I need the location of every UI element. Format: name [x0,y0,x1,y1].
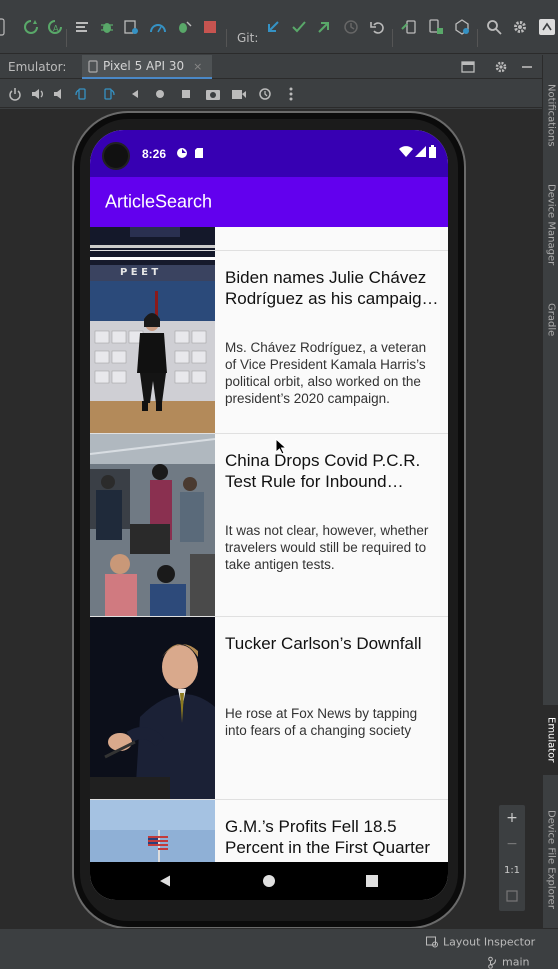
more-icon[interactable] [282,85,300,103]
zoom-fit-icon[interactable] [499,883,525,909]
list-item[interactable] [90,227,448,251]
git-update-icon[interactable] [262,16,284,38]
history-icon[interactable] [340,16,362,38]
sync-icon[interactable] [20,16,42,38]
apply-changes-icon[interactable]: A [44,16,66,38]
volume-down-icon[interactable] [51,85,69,103]
nav-home-icon[interactable] [263,875,276,888]
overview-icon[interactable] [177,85,195,103]
tab-device-manager[interactable]: Device Manager [543,170,558,280]
mouse-cursor-icon [275,438,287,455]
article-list[interactable]: P E E T Biden names Julie Chávez Rodrígu… [90,227,448,862]
list-item[interactable]: G.M.’s Profits Fell 18.5 Percent in the … [90,800,448,862]
window-icon[interactable] [457,56,479,78]
front-camera [102,142,130,170]
svg-text:P E E T: P E E T [120,267,158,278]
rotate-left-icon[interactable] [73,85,91,103]
zoom-in-button[interactable]: + [499,805,525,831]
svg-text:A: A [53,24,59,33]
search-icon[interactable] [483,16,505,38]
attach-debugger-icon[interactable] [173,16,195,38]
emulator-tab-bar: Emulator: Pixel 5 API 30 × [0,55,542,79]
article-abstract: Ms. Chávez Rodríguez, a veteran of Vice … [225,340,427,406]
article-thumbnail [90,434,215,616]
ide-toolbar: A Git: [0,0,558,54]
layout-inspector-button[interactable]: Layout Inspector [426,936,535,949]
app-title: ArticleSearch [105,191,213,212]
hide-panel-icon[interactable] [516,56,538,78]
article-abstract: He rose at Fox News by tapping into fear… [225,706,418,738]
sdk-manager-icon[interactable] [451,16,473,38]
zoom-actual-size-button[interactable]: 1:1 [499,857,525,883]
back-icon[interactable] [126,85,144,103]
status-time: 8:26 [142,147,167,161]
emulator-controls [0,80,542,108]
emulator-label: Emulator: [8,60,67,74]
make-icon[interactable] [71,16,93,38]
run-config-dropdown[interactable] [0,16,10,38]
right-tool-strip: Notifications Device Manager Gradle Emul… [542,55,558,928]
article-thumbnail [90,227,215,250]
tab-notifications[interactable]: Notifications [543,65,558,165]
article-headline: China Drops Covid P.C.R. Test Rule for I… [225,451,421,491]
nav-overview-icon[interactable] [366,875,379,888]
profile-icon[interactable] [147,16,169,38]
tab-pixel-5-label: Pixel 5 API 30 [103,59,185,73]
tab-emulator[interactable]: Emulator [543,705,558,775]
zoom-out-button[interactable]: − [499,831,525,857]
ide-status-bar: Layout Inspector main [0,928,558,969]
emulator-settings-icon[interactable] [490,56,512,78]
tab-gradle[interactable]: Gradle [543,295,558,345]
notification-app-icon [177,148,187,158]
article-thumbnail [90,617,215,799]
cell-signal-icon [415,146,426,157]
rotate-right-icon[interactable] [99,85,117,103]
tab-device-file-explorer[interactable]: Device File Explorer [543,797,558,922]
tab-close-icon[interactable]: × [193,60,202,73]
battery-icon [429,145,436,158]
device-status-bar: 8:26 [90,130,448,177]
wifi-icon [399,146,413,157]
app-bar: ArticleSearch [90,177,448,227]
git-push-icon[interactable] [313,16,335,38]
git-commit-icon[interactable] [288,16,310,38]
camera-icon[interactable] [204,85,222,103]
article-abstract: It was not clear, however, whether trave… [225,523,429,572]
stop-icon[interactable] [199,16,221,38]
layout-inspector-icon [426,936,438,947]
device-screen: 8:26 ArticleSearch P E E T Biden names J… [90,130,448,900]
sd-card-icon [195,148,203,158]
tab-pixel-5[interactable]: Pixel 5 API 30 × [82,55,212,79]
debug-icon[interactable] [96,16,118,38]
layout-inspector-label: Layout Inspector [443,935,536,949]
nav-back-icon[interactable] [159,875,171,888]
article-thumbnail: P E E T [90,251,215,433]
ide-notifications-icon[interactable] [536,16,558,38]
snapshot-icon[interactable] [256,85,274,103]
device-sync-icon[interactable] [399,16,421,38]
phone-icon [88,59,98,73]
zoom-controls: + − 1:1 [499,805,525,911]
git-label: Git: [237,31,259,45]
article-headline: Tucker Carlson’s Downfall [225,634,422,653]
device-nav-bar [90,862,448,900]
home-icon[interactable] [151,85,169,103]
screen-record-icon[interactable] [230,85,248,103]
list-item[interactable]: P E E T Biden names Julie Chávez Rodrígu… [90,251,448,434]
volume-up-icon[interactable] [29,85,47,103]
git-branch-widget[interactable]: main [488,956,529,969]
settings-icon[interactable] [509,16,531,38]
article-thumbnail [90,800,215,862]
article-headline: Biden names Julie Chávez Rodríguez as hi… [225,268,432,308]
article-headline: G.M.’s Profits Fell 18.5 Percent in the … [225,817,431,857]
git-branch-label: main [502,955,530,969]
debug-settings-icon[interactable] [120,16,142,38]
rollback-icon[interactable] [366,16,388,38]
list-item[interactable]: Tucker Carlson’s Downfall He rose at Fox… [90,617,448,800]
list-item[interactable]: China Drops Covid P.C.R. Test Rule for I… [90,434,448,617]
device-manager-icon[interactable] [425,16,447,38]
power-icon[interactable] [6,85,24,103]
git-branch-icon [488,956,496,968]
